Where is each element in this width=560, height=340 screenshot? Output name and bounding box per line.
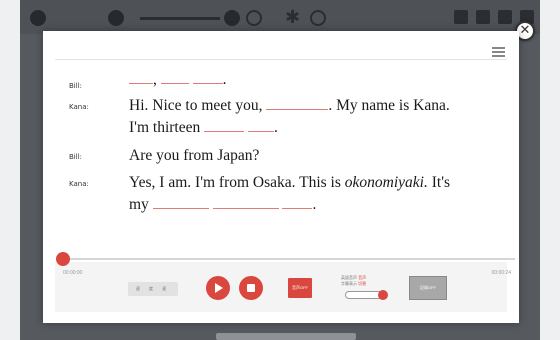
blank-field[interactable]	[247, 120, 274, 132]
blank-field[interactable]	[212, 197, 279, 209]
line-text: Are you from Japan?	[129, 147, 260, 164]
back-icon	[108, 10, 124, 26]
time-total: 00:00:24	[491, 270, 511, 276]
seek-handle[interactable]	[56, 252, 70, 266]
speaker-label: Bill:	[69, 82, 82, 90]
eye-icon	[454, 10, 468, 24]
speaker-label: Bill:	[69, 153, 82, 161]
speaker-label: Kana:	[69, 103, 89, 111]
speed-selector[interactable]: 速 度 速	[128, 282, 178, 296]
speaker-label: Kana:	[69, 180, 89, 188]
toggle-knob[interactable]	[378, 290, 388, 300]
gear-icon: ✱	[285, 7, 301, 27]
background-toolbar: ✱	[20, 0, 540, 34]
record-off-button[interactable]: 記録OFF	[409, 276, 447, 300]
zoom-slider	[140, 17, 220, 20]
play-button[interactable]	[206, 276, 230, 300]
blank-field[interactable]	[192, 72, 223, 84]
audio-off-button[interactable]: 音声OFF	[288, 278, 312, 298]
blank-field[interactable]	[266, 98, 329, 110]
line-text: , .	[129, 69, 504, 91]
stop-button[interactable]	[239, 276, 263, 300]
seek-bar[interactable]	[63, 258, 515, 260]
plus-icon	[310, 10, 326, 26]
player-controls: 速 度 速 音声OFF 英語音声 音声 字幕表示 切替 記録OFF	[55, 262, 507, 312]
blank-field[interactable]	[129, 72, 153, 84]
right-margin	[540, 0, 560, 340]
minus-icon	[246, 10, 262, 26]
list-icon	[498, 10, 512, 24]
blank-field[interactable]	[152, 197, 209, 209]
left-margin	[0, 0, 20, 340]
dialogue-modal: Bill: , . Kana: Hi. Nice to meet you, . …	[43, 31, 519, 323]
blank-field[interactable]	[204, 120, 245, 132]
line-text: Yes, I am. I'm from Osaka. This is okono…	[129, 174, 451, 213]
pen-icon	[476, 10, 490, 24]
menu-icon	[30, 10, 46, 26]
divider	[55, 59, 507, 60]
forward-icon	[224, 10, 240, 26]
bottom-scrollbar	[216, 333, 356, 340]
hamburger-menu-icon[interactable]	[492, 47, 505, 57]
line-text: Hi. Nice to meet you, . My name is Kana.…	[129, 97, 450, 136]
blank-field[interactable]	[160, 72, 189, 84]
blank-field[interactable]	[282, 197, 313, 209]
toggle-labels: 英語音声 音声 字幕表示 切替	[341, 275, 367, 286]
time-current: 00:00:00	[63, 270, 83, 276]
